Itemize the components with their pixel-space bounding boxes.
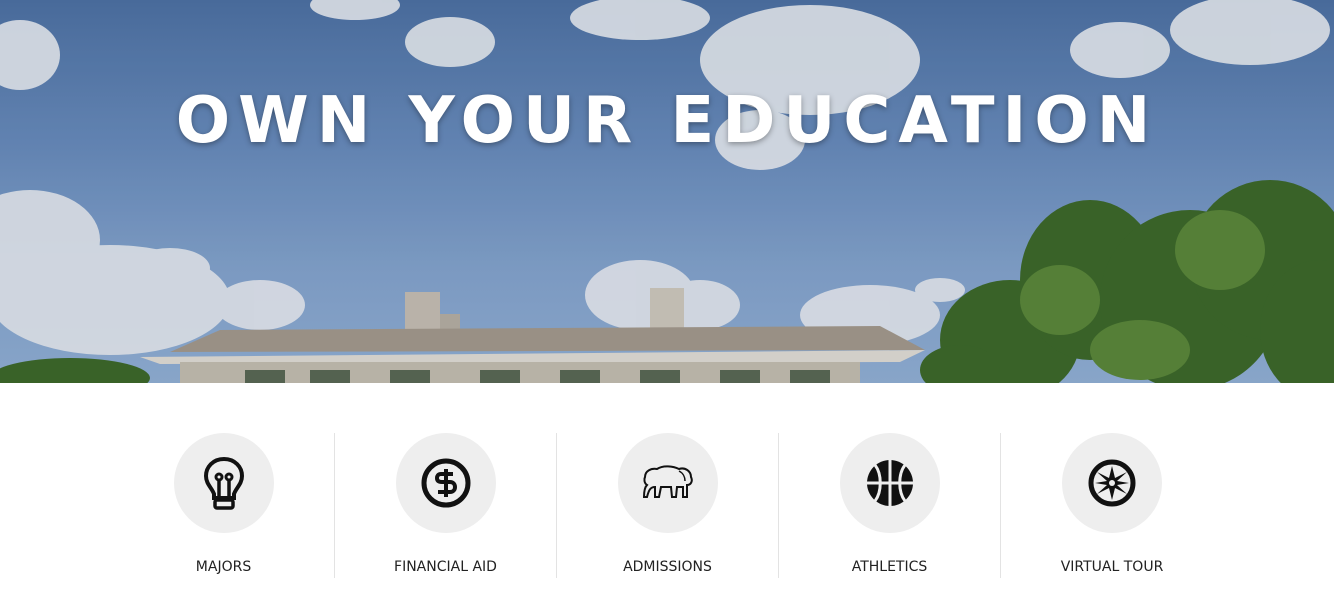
majors-icon-circle bbox=[173, 433, 274, 533]
hero-image bbox=[0, 0, 1334, 383]
quick-link-virtual-tour[interactable]: VIRTUAL TOUR bbox=[1001, 433, 1223, 578]
financial-aid-icon-circle bbox=[395, 433, 496, 533]
quick-link-label: FINANCIAL AID bbox=[394, 559, 497, 575]
dollar-icon bbox=[421, 458, 470, 508]
quick-link-label: VIRTUAL TOUR bbox=[1060, 559, 1164, 575]
quick-link-admissions[interactable]: ADMISSIONS bbox=[557, 433, 779, 578]
basketball-icon bbox=[866, 460, 913, 506]
quick-link-label: MAJORS bbox=[195, 559, 252, 575]
quick-link-label: ATHLETICS bbox=[851, 559, 928, 575]
quick-link-label: ADMISSIONS bbox=[623, 559, 712, 575]
quick-link-majors[interactable]: MAJORS bbox=[113, 433, 335, 578]
quick-link-athletics[interactable]: ATHLETICS bbox=[779, 433, 1001, 578]
hero-title: OWN YOUR EDUCATION bbox=[175, 84, 1159, 158]
athletics-icon-circle bbox=[839, 433, 940, 533]
quick-link-financial-aid[interactable]: FINANCIAL AID bbox=[335, 433, 557, 578]
bison-icon bbox=[642, 465, 693, 498]
compass-icon bbox=[1088, 459, 1136, 507]
hero-banner: OWN YOUR EDUCATION bbox=[0, 0, 1334, 383]
admissions-icon-circle bbox=[617, 433, 718, 533]
lightbulb-icon bbox=[203, 456, 244, 510]
quick-links-nav: MAJORS FINANCIAL AID ADMISSIONS ATHLETIC… bbox=[113, 433, 1223, 578]
virtual-tour-icon-circle bbox=[1062, 433, 1162, 533]
